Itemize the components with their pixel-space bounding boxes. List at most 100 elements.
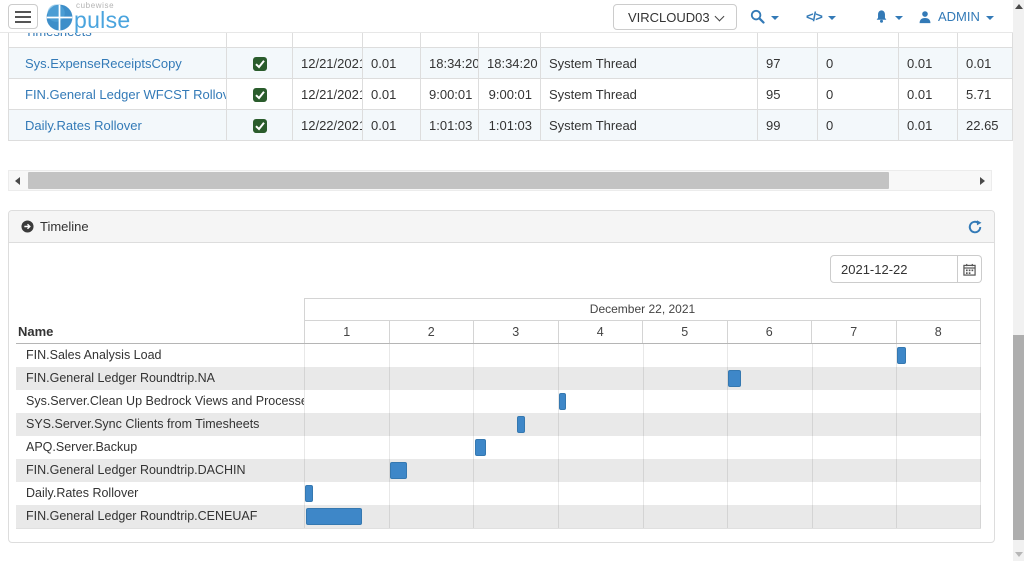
- calendar-button[interactable]: [958, 255, 982, 283]
- scroll-left-button[interactable]: [9, 171, 26, 190]
- gantt-bar[interactable]: [559, 393, 567, 410]
- gantt-chart: December 22, 2021 Name 12345678 FIN.Sale…: [16, 298, 981, 529]
- gantt-task-lane: [304, 413, 981, 436]
- horizontal-scrollbar[interactable]: [8, 170, 992, 191]
- caret-down-icon: [986, 16, 994, 20]
- gantt-task-lane: [304, 344, 981, 367]
- process-table-body: Timesheets Sys.ExpenseReceiptsCopy 12/21/…: [9, 33, 1013, 141]
- gantt-task-name: FIN.General Ledger Roundtrip.DACHIN: [16, 459, 304, 482]
- process-link[interactable]: Sys.ExpenseReceiptsCopy: [25, 56, 182, 71]
- cell-value: 0: [818, 79, 899, 110]
- gantt-task-name: Daily.Rates Rollover: [16, 482, 304, 505]
- chevron-down-icon: [715, 12, 725, 22]
- gantt-bar[interactable]: [390, 462, 407, 479]
- code-menu[interactable]: </>: [806, 0, 836, 33]
- gantt-body: FIN.Sales Analysis LoadFIN.General Ledge…: [16, 344, 981, 529]
- gantt-task-name: APQ.Server.Backup: [16, 436, 304, 459]
- gantt-row: Daily.Rates Rollover: [16, 482, 981, 505]
- cell-value: 99: [758, 110, 818, 141]
- top-navbar: cubewise pulse VIRCLOUD03 </>: [0, 0, 1013, 33]
- date-input[interactable]: [830, 255, 958, 283]
- cell-value: 0.01: [363, 48, 421, 79]
- table-row: FIN.General Ledger WFCST Rollover 12/21/2…: [9, 79, 1013, 110]
- caret-down-icon: [771, 16, 779, 20]
- enabled-checkbox[interactable]: [253, 88, 267, 102]
- process-link[interactable]: FIN.General Ledger WFCST Rollover: [25, 87, 227, 102]
- process-link[interactable]: Timesheets: [25, 33, 218, 39]
- gantt-bar[interactable]: [305, 485, 314, 502]
- horizontal-scrollbar-thumb[interactable]: [28, 172, 889, 189]
- gantt-task-name: Sys.Server.Clean Up Bedrock Views and Pr…: [16, 390, 304, 413]
- gantt-row: FIN.General Ledger Roundtrip.DACHIN: [16, 459, 981, 482]
- cell-value: 95: [758, 79, 818, 110]
- gantt-row: FIN.General Ledger Roundtrip.NA: [16, 367, 981, 390]
- gantt-bar[interactable]: [897, 347, 906, 364]
- refresh-button[interactable]: [968, 220, 982, 234]
- gantt-task-name: FIN.General Ledger Roundtrip.CENEUAF: [16, 505, 304, 528]
- cell-end-time: 1:01:03: [479, 110, 541, 141]
- gantt-task-lane: [304, 505, 981, 528]
- table-row: Sys.ExpenseReceiptsCopy12/21/20210.0118:…: [9, 48, 1013, 79]
- cell-date: 12/21/2021: [293, 79, 363, 110]
- cell-value: 5.71: [958, 79, 1013, 110]
- notifications-menu[interactable]: [874, 0, 903, 33]
- table-row: Daily.Rates Rollover12/22/20210.011:01:0…: [9, 110, 1013, 141]
- gantt-task-name: FIN.Sales Analysis Load: [16, 344, 304, 367]
- vertical-scrollbar[interactable]: [1013, 0, 1024, 561]
- code-icon: </>: [806, 9, 822, 24]
- gantt-task-lane: [304, 367, 981, 390]
- cell-date: 12/22/2021: [293, 110, 363, 141]
- process-link[interactable]: Daily.Rates Rollover: [25, 118, 142, 133]
- gantt-hour-label: 1: [304, 321, 389, 343]
- cell-thread: System Thread: [541, 48, 758, 79]
- scroll-right-button[interactable]: [974, 171, 991, 190]
- cell-value: 97: [758, 48, 818, 79]
- admin-menu[interactable]: ADMIN: [918, 0, 994, 33]
- admin-label: ADMIN: [938, 9, 980, 24]
- gantt-bar[interactable]: [475, 439, 486, 456]
- search-menu[interactable]: [750, 0, 779, 33]
- gantt-hour-label: 3: [473, 321, 558, 343]
- gantt-bar[interactable]: [306, 508, 362, 525]
- cell-value: 0.01: [899, 110, 958, 141]
- cell-thread: System Thread: [541, 110, 758, 141]
- cell-value: 0.01: [958, 48, 1013, 79]
- caret-down-icon: [828, 16, 836, 20]
- cell-value: 0: [818, 48, 899, 79]
- gantt-task-lane: [304, 482, 981, 505]
- menu-toggle-button[interactable]: [8, 4, 38, 29]
- gantt-task-lane: [304, 459, 981, 482]
- bell-icon: [874, 9, 889, 24]
- cell-date: 12/21/2021: [293, 48, 363, 79]
- timeline-panel-title: Timeline: [40, 219, 89, 234]
- scroll-up-button[interactable]: [1015, 4, 1023, 9]
- arrow-left-icon: [15, 177, 20, 185]
- cell-start-time: 18:34:20: [421, 48, 479, 79]
- calendar-icon: [963, 263, 976, 276]
- pulse-logo-icon: [46, 4, 73, 31]
- cell-value: 0.01: [363, 110, 421, 141]
- gantt-bar[interactable]: [728, 370, 741, 387]
- scroll-down-button[interactable]: [1015, 552, 1023, 557]
- cell-end-time: 18:34:20: [479, 48, 541, 79]
- gantt-row: Sys.Server.Clean Up Bedrock Views and Pr…: [16, 390, 981, 413]
- cell-thread: System Thread: [541, 79, 758, 110]
- brand-text: pulse: [74, 9, 130, 32]
- cell-end-time: 9:00:01: [479, 79, 541, 110]
- server-select[interactable]: VIRCLOUD03: [613, 4, 737, 30]
- enabled-checkbox[interactable]: [253, 119, 267, 133]
- arrow-right-icon: [980, 177, 985, 185]
- gantt-bar[interactable]: [517, 416, 525, 433]
- enabled-checkbox[interactable]: [253, 57, 267, 71]
- gantt-task-lane: [304, 390, 981, 413]
- user-icon: [918, 10, 932, 24]
- arrow-circle-right-icon: [21, 220, 34, 233]
- caret-down-icon: [895, 16, 903, 20]
- gantt-hour-label: 8: [896, 321, 982, 343]
- gantt-task-name: SYS.Server.Sync Clients from Timesheets: [16, 413, 304, 436]
- gantt-hour-label: 2: [389, 321, 474, 343]
- vertical-scrollbar-thumb[interactable]: [1013, 335, 1024, 540]
- gantt-date-header: December 22, 2021: [304, 298, 981, 321]
- pulse-logo: cubewise pulse: [46, 2, 130, 32]
- date-picker: [830, 255, 982, 283]
